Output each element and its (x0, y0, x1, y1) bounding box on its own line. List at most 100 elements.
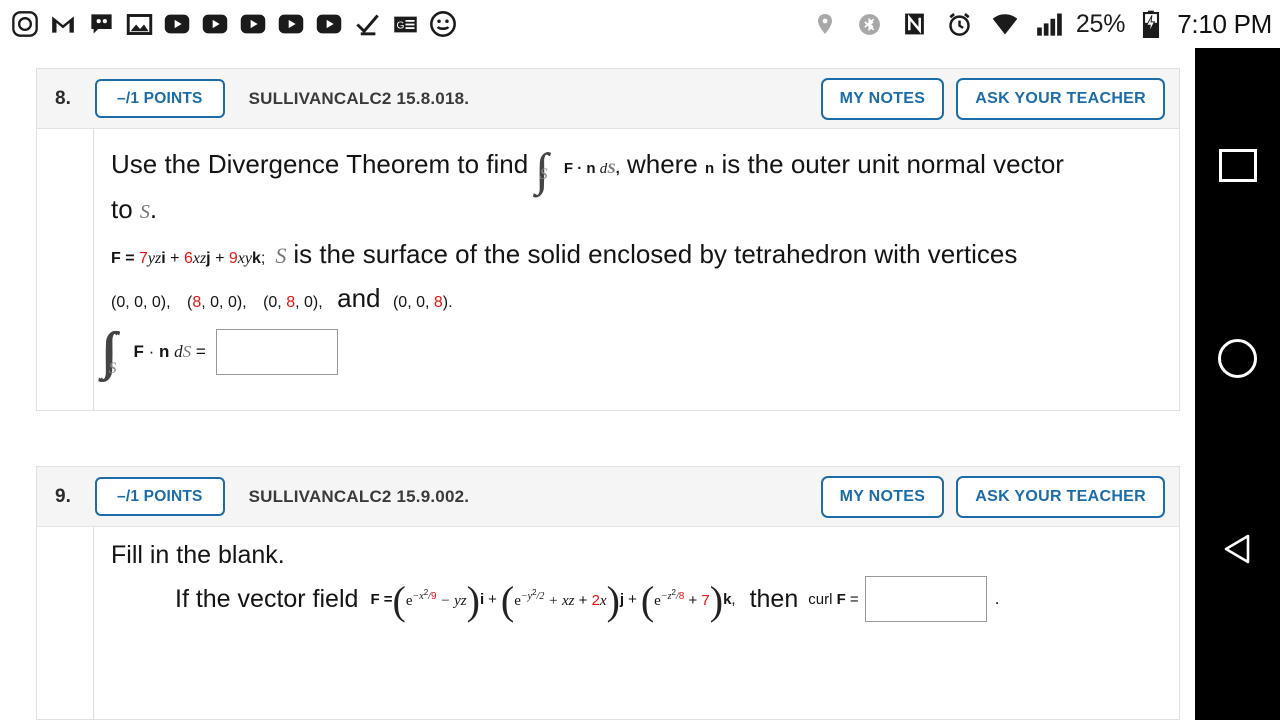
answer-integral-subscript: S (108, 360, 117, 377)
youtube-icon (234, 7, 272, 41)
question-body-8: Use the Divergence Theorem to find ∫ ∫ S F… (37, 129, 1179, 410)
integrand-label: F · n dS, (563, 160, 620, 177)
status-bar-notification-icons: G (0, 7, 462, 41)
answer-input-9[interactable] (864, 576, 987, 622)
normal-vector-symbol: n (705, 160, 715, 177)
home-circle-icon (1218, 339, 1257, 378)
battery-charging-icon (1132, 7, 1170, 41)
surface-symbol: S (139, 201, 150, 223)
prompt-line-2: to S. (111, 188, 1161, 233)
question-card-9: 9. –/1 POINTS SULLIVANCALC2 15.9.002. MY… (36, 466, 1180, 720)
vector-field-formula: F = ( e−x2/9 − yz ) i + ( e−y2/2 + xz + 2… (370, 578, 736, 623)
question-code: SULLIVANCALC2 15.9.002. (248, 486, 470, 506)
plus-1: + (488, 590, 497, 608)
phone-screen: G 25% 7:10 PM 8. –/1 POINTS SULLIVANCALC… (0, 0, 1280, 720)
prompt-text-a: Use the Divergence Theorem to find (111, 149, 529, 179)
field-tail: , (731, 590, 736, 608)
back-button[interactable] (1195, 529, 1280, 574)
then-label: then (749, 584, 799, 613)
answer-row-8: ∫ ∫ S F · n dS = (37, 323, 1179, 380)
gmail-icon (44, 7, 82, 41)
vertices-line: (0, 0, 0), (8, 0, 0), (0, 8, 0), and (0,… (37, 277, 1179, 319)
prompt-period: . (149, 194, 158, 224)
bluetooth-icon (851, 7, 889, 41)
points-badge[interactable]: –/1 POINTS (95, 476, 225, 517)
term-2-unit: j (206, 250, 211, 267)
field-label: F = (111, 250, 135, 267)
vertex-4: (0, 0, 8). (392, 294, 453, 311)
term-2-coefficient: 6 (183, 250, 193, 267)
points-badge[interactable]: –/1 POINTS (95, 78, 225, 119)
question-header-9: 9. –/1 POINTS SULLIVANCALC2 15.9.002. MY… (37, 467, 1179, 527)
field-tail: ; (260, 250, 266, 267)
question-header-actions: MY NOTES ASK YOUR TEACHER (820, 475, 1165, 518)
android-navigation-bar (1195, 48, 1280, 720)
back-triangle-icon (1218, 529, 1258, 574)
fill-in-the-blank-label: Fill in the blank. (111, 541, 285, 569)
vertices-conjunction: and (337, 283, 381, 313)
term-1-coefficient: 7 (139, 250, 148, 267)
alarm-icon (941, 7, 979, 41)
question-code: SULLIVANCALC2 15.8.018. (248, 88, 470, 108)
question-body-9: Fill in the blank. If the vector field F… (37, 527, 1179, 719)
battery-percent-label: 25% (1075, 9, 1126, 38)
trailing-period: . (994, 589, 1000, 608)
smiley-icon (424, 7, 462, 41)
prompt-text-b: where (626, 149, 698, 179)
ask-your-teacher-button[interactable]: ASK YOUR TEACHER (956, 475, 1165, 518)
status-bar-system-icons: 25% 7:10 PM (806, 7, 1280, 41)
my-notes-button[interactable]: MY NOTES (820, 77, 945, 120)
recents-button[interactable] (1195, 149, 1280, 182)
voicemail-icon (82, 7, 120, 41)
j-term: e−y2/2 + xz + 2x (514, 588, 607, 609)
j-unit: j (619, 590, 625, 608)
surface-sentence: is the surface of the solid enclosed by … (293, 239, 1018, 269)
svg-text:G: G (396, 20, 404, 31)
youtube-icon (196, 7, 234, 41)
instagram-icon (6, 7, 44, 41)
plus-2: + (628, 590, 637, 608)
term-1-vars: yz (147, 250, 162, 267)
if-vector-field-label: If the vector field (175, 584, 359, 613)
clock-label: 7:10 PM (1177, 9, 1272, 39)
assignment-content: 8. –/1 POINTS SULLIVANCALC2 15.8.018. MY… (0, 48, 1195, 720)
question-prompt-8: Use the Divergence Theorem to find ∫ ∫ S F… (37, 129, 1179, 233)
question-header-8: 8. –/1 POINTS SULLIVANCALC2 15.8.018. MY… (37, 69, 1179, 129)
nfc-icon (896, 7, 934, 41)
answer-input-8[interactable] (215, 329, 338, 375)
field-definition: F = 7yzi + 6xzj + 9xyk; (111, 250, 266, 267)
i-term: e−x2/9 − yz (405, 588, 467, 609)
curl-label: curl F = (808, 590, 859, 608)
prompt-line-1: Use the Divergence Theorem to find ∫ ∫ S F… (111, 143, 1161, 193)
term-2-vars: xz (192, 250, 207, 267)
youtube-icon (272, 7, 310, 41)
question-card-8: 8. –/1 POINTS SULLIVANCALC2 15.8.018. MY… (36, 68, 1180, 411)
vector-field-statement: If the vector field F = ( e−x2/9 − yz ) i… (37, 570, 1179, 622)
youtube-icon (158, 7, 196, 41)
my-notes-button[interactable]: MY NOTES (820, 475, 945, 518)
wifi-icon (986, 7, 1024, 41)
vertex-2: (8, 0, 0), (187, 294, 247, 311)
photos-icon (120, 7, 158, 41)
vertex-1: (0, 0, 0), (111, 294, 171, 311)
field-definition-line: F = 7yzi + 6xzj + 9xyk; S is the surface… (37, 239, 1179, 269)
signal-icon (1031, 7, 1069, 41)
status-bar: G 25% 7:10 PM (0, 0, 1280, 48)
k-unit: k (723, 590, 732, 608)
answer-label: F · n dS = (133, 342, 206, 361)
vertex-3: (0, 8, 0), (263, 294, 323, 311)
term-3-unit: k (251, 250, 261, 267)
question-number: 9. (55, 485, 71, 507)
ask-your-teacher-button[interactable]: ASK YOUR TEACHER (956, 77, 1165, 120)
prompt-text-c: is the outer unit normal vector (721, 149, 1064, 179)
answer-double-integral-symbol: ∫ ∫ S (101, 323, 118, 380)
youtube-icon (310, 7, 348, 41)
surface-symbol-2: S (275, 243, 287, 268)
home-button[interactable] (1195, 339, 1280, 378)
integral-subscript: S (539, 166, 548, 183)
recents-square-icon (1218, 149, 1257, 182)
body-left-rule (93, 129, 94, 410)
prompt-text-d: to (111, 194, 133, 224)
field-label: F = (370, 590, 393, 608)
term-3-coefficient: 9 (228, 250, 238, 267)
